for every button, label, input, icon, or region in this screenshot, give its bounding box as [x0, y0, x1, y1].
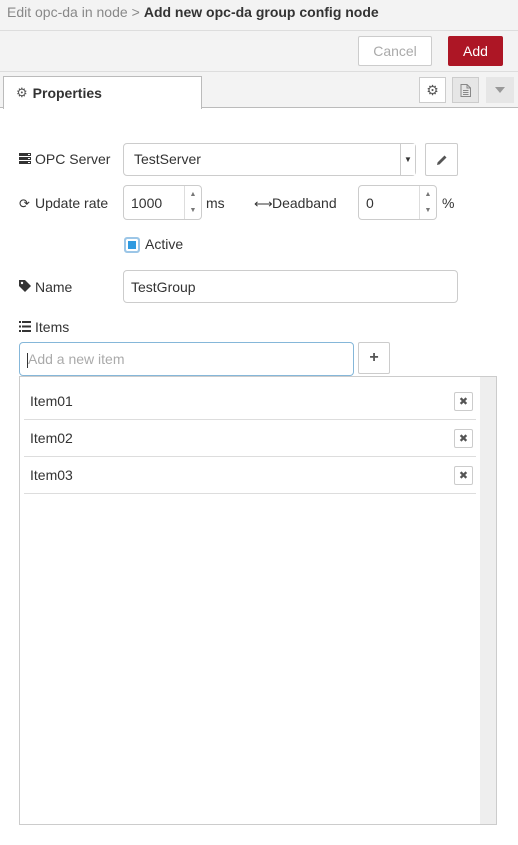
- tab-properties[interactable]: ⚙ Properties: [3, 76, 202, 109]
- name-label: Name: [19, 279, 72, 295]
- opc-server-label-text: OPC Server: [35, 151, 111, 167]
- close-icon: ✖: [458, 396, 469, 408]
- active-checkbox[interactable]: [124, 237, 140, 253]
- refresh-icon: ⟳: [19, 196, 30, 211]
- deadband-label: ⟷Deadband: [254, 195, 337, 212]
- active-label: Active: [145, 236, 184, 252]
- arrow-up-icon[interactable]: ▲: [425, 191, 432, 198]
- arrow-down-icon[interactable]: ▼: [190, 207, 197, 214]
- edit-server-button[interactable]: [425, 143, 458, 176]
- title-bar: Edit opc-da in node > Add new opc-da group…: [0, 0, 518, 31]
- name-label-text: Name: [35, 279, 73, 295]
- deadband-unit: %: [442, 195, 455, 211]
- arrow-down-icon[interactable]: ▼: [425, 207, 432, 214]
- spinner-arrows[interactable]: ▲ ▼: [184, 186, 201, 219]
- tag-icon: [19, 280, 35, 295]
- gear-icon: ⚙: [426, 81, 439, 98]
- scrollbar[interactable]: [480, 377, 496, 824]
- item-label: Item02: [30, 430, 73, 446]
- description-tab-button[interactable]: [452, 77, 479, 103]
- cancel-button[interactable]: Cancel: [358, 36, 432, 66]
- deadband-spinner[interactable]: 0 ▲ ▼: [358, 185, 437, 220]
- update-rate-label-text: Update rate: [35, 195, 109, 211]
- more-tabs-button[interactable]: [486, 77, 514, 103]
- breadcrumb-parent[interactable]: Edit opc-da in node: [7, 4, 128, 20]
- action-bar: Cancel Add: [0, 31, 518, 72]
- list-item: Item02 ✖: [24, 420, 476, 457]
- server-icon: [19, 152, 35, 167]
- spinner-arrows[interactable]: ▲ ▼: [419, 186, 436, 219]
- opc-server-label: OPC Server: [19, 151, 110, 167]
- list-item: Item01 ✖: [24, 383, 476, 420]
- breadcrumb-separator: >: [131, 4, 140, 20]
- add-button[interactable]: Add: [448, 36, 503, 66]
- name-input[interactable]: TestGroup: [123, 270, 458, 303]
- tab-properties-label: Properties: [32, 85, 102, 101]
- update-rate-label: ⟳ Update rate: [19, 195, 108, 212]
- caret-down-icon: [495, 87, 505, 93]
- list-item: Item03 ✖: [24, 457, 476, 494]
- name-value: TestGroup: [131, 279, 196, 295]
- opc-server-value: TestServer: [134, 151, 201, 167]
- caret-down-icon: ▼: [400, 144, 415, 175]
- items-label-text: Items: [35, 319, 70, 335]
- list-icon: [19, 320, 35, 335]
- remove-item-button[interactable]: ✖: [454, 466, 473, 485]
- new-item-placeholder: Add a new item: [28, 351, 125, 367]
- item-label: Item01: [30, 393, 73, 409]
- items-label: Items: [19, 319, 69, 335]
- add-item-button[interactable]: +: [358, 342, 390, 374]
- update-rate-spinner[interactable]: 1000 ▲ ▼: [123, 185, 202, 220]
- deadband-label-text: Deadband: [272, 195, 337, 211]
- arrow-up-icon[interactable]: ▲: [190, 191, 197, 198]
- close-icon: ✖: [458, 470, 469, 482]
- items-list[interactable]: Item01 ✖ Item02 ✖ Item03 ✖: [19, 376, 497, 825]
- remove-item-button[interactable]: ✖: [454, 429, 473, 448]
- gear-icon: ⚙: [16, 85, 28, 100]
- remove-item-button[interactable]: ✖: [454, 392, 473, 411]
- close-icon: ✖: [458, 433, 469, 445]
- settings-tab-button[interactable]: ⚙: [419, 77, 446, 103]
- deadband-value: 0: [366, 195, 374, 211]
- pencil-icon: [436, 155, 446, 165]
- tab-bar: ⚙ Properties ⚙: [0, 72, 518, 109]
- update-rate-value: 1000: [131, 195, 163, 211]
- update-rate-unit: ms: [206, 195, 225, 211]
- opc-server-select[interactable]: TestServer ▼: [123, 143, 416, 176]
- page-title: Add new opc-da group config node: [143, 4, 379, 20]
- new-item-input[interactable]: Add a new item: [19, 342, 354, 376]
- document-icon: [460, 83, 471, 97]
- item-label: Item03: [30, 467, 73, 483]
- plus-icon: +: [369, 349, 379, 366]
- arrows-h-icon: ⟷: [254, 196, 273, 211]
